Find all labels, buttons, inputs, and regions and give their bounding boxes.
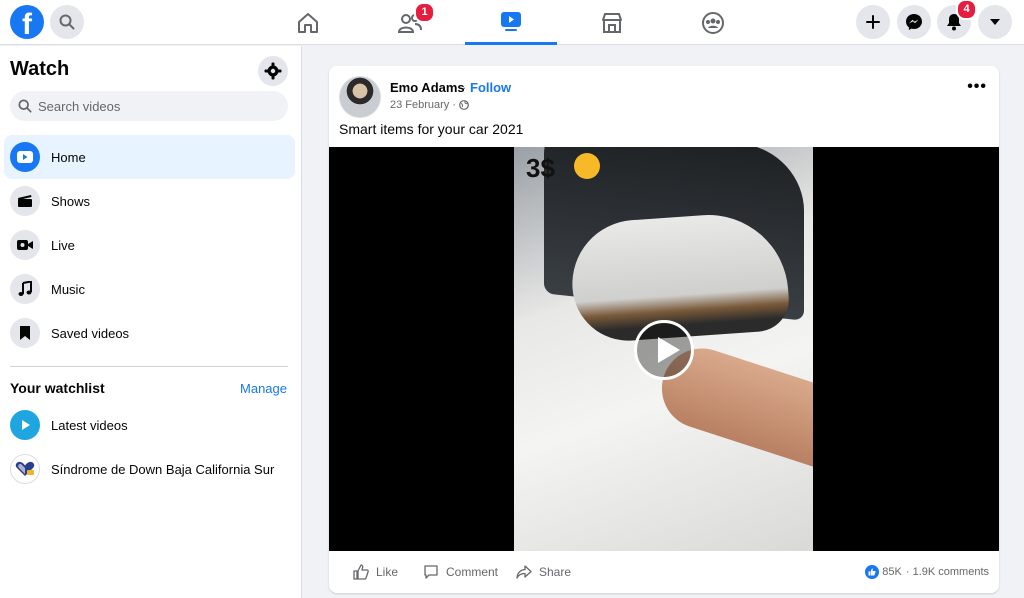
sidebar-item-label: Saved videos xyxy=(51,325,130,341)
more-options-icon[interactable]: ••• xyxy=(967,78,987,96)
sidebar-item-music[interactable]: Music xyxy=(4,267,295,311)
play-icon xyxy=(10,142,40,172)
search-icon xyxy=(59,14,75,30)
search-videos-input[interactable] xyxy=(38,98,278,114)
post-date-text: 23 February · xyxy=(390,99,457,111)
page-avatar-icon xyxy=(10,454,40,484)
post-caption: Smart items for your car 2021 xyxy=(339,121,524,137)
play-button-icon[interactable] xyxy=(634,320,694,380)
notifications-badge: 4 xyxy=(956,0,977,20)
top-navigation-bar: f 1 4 xyxy=(0,0,1024,45)
author-separator: · xyxy=(462,80,467,95)
tab-friends[interactable]: 1 xyxy=(364,0,456,45)
account-menu-button[interactable] xyxy=(978,5,1012,39)
settings-button[interactable] xyxy=(258,56,288,86)
logo-letter: f xyxy=(22,8,32,39)
emoji-icon xyxy=(574,153,600,179)
like-reaction-icon xyxy=(865,565,880,579)
camera-icon xyxy=(10,230,40,260)
notifications-button[interactable]: 4 xyxy=(937,0,977,39)
home-icon xyxy=(298,12,318,33)
gear-icon xyxy=(264,62,282,80)
sidebar-item-saved-videos[interactable]: Saved videos xyxy=(4,311,295,355)
watch-sidebar: Watch Home Shows Live Music Saved videos xyxy=(0,46,302,598)
watchlist-item-latest-videos[interactable]: Latest videos xyxy=(4,403,295,447)
like-button[interactable]: Like xyxy=(353,564,398,580)
search-icon xyxy=(18,99,32,113)
messenger-button[interactable] xyxy=(897,5,931,39)
comment-icon xyxy=(424,565,438,579)
post-date[interactable]: 23 February · xyxy=(390,99,469,111)
sidebar-item-home[interactable]: Home xyxy=(4,135,295,179)
watch-icon xyxy=(501,12,521,31)
sidebar-item-label: Live xyxy=(51,237,75,253)
tab-groups[interactable] xyxy=(667,0,759,45)
marketplace-icon xyxy=(602,12,622,33)
search-button[interactable] xyxy=(50,5,84,39)
thumbs-up-icon xyxy=(353,564,369,580)
sidebar-item-label: Home xyxy=(51,149,86,165)
sidebar-item-label: Shows xyxy=(51,193,91,209)
sidebar-item-live[interactable]: Live xyxy=(4,223,295,267)
tab-home[interactable] xyxy=(262,0,354,45)
comments-count: · 1.9K comments xyxy=(905,566,989,578)
share-icon xyxy=(516,565,532,579)
messenger-icon xyxy=(906,14,922,30)
video-player[interactable]: 3$ xyxy=(329,147,999,551)
sidebar-item-shows[interactable]: Shows xyxy=(4,179,295,223)
video-post-card: Emo Adams · Follow 23 February · ••• Sma… xyxy=(329,66,999,593)
latest-videos-icon xyxy=(10,410,40,440)
friends-badge: 1 xyxy=(414,2,435,23)
comment-label: Comment xyxy=(446,565,499,579)
clapper-icon xyxy=(10,186,40,216)
share-label: Share xyxy=(539,565,572,579)
author-name[interactable]: Emo Adams xyxy=(390,80,465,95)
watchlist-item-label: Latest videos xyxy=(51,417,128,433)
post-stats[interactable]: 85K · 1.9K comments xyxy=(865,565,989,579)
watchlist-item-page[interactable]: Síndrome de Down Baja California Sur xyxy=(4,447,295,491)
create-button[interactable] xyxy=(856,5,890,39)
music-note-icon xyxy=(10,274,40,304)
tab-watch[interactable] xyxy=(465,0,557,45)
comment-button[interactable]: Comment xyxy=(423,564,498,580)
manage-watchlist-link[interactable]: Manage xyxy=(240,381,287,396)
groups-icon xyxy=(702,11,724,34)
sidebar-divider xyxy=(10,366,288,367)
page-title: Watch xyxy=(10,58,70,80)
caret-down-icon xyxy=(990,19,1000,25)
plus-icon xyxy=(866,15,880,29)
author-avatar[interactable] xyxy=(339,76,381,118)
facebook-logo[interactable]: f xyxy=(10,5,44,39)
watchlist-title: Your watchlist xyxy=(10,380,105,396)
share-button[interactable]: Share xyxy=(516,564,571,580)
globe-icon xyxy=(459,100,469,110)
tab-marketplace[interactable] xyxy=(566,0,658,45)
like-label: Like xyxy=(376,565,399,579)
reactions-count: 85K xyxy=(882,566,902,578)
bookmark-icon xyxy=(10,318,40,348)
search-videos-bar[interactable] xyxy=(10,91,288,121)
video-overlay-price: 3$ xyxy=(526,153,555,183)
follow-button[interactable]: Follow xyxy=(470,80,511,95)
sidebar-item-label: Music xyxy=(51,281,85,297)
watchlist-item-label: Síndrome de Down Baja California Sur xyxy=(51,461,275,477)
